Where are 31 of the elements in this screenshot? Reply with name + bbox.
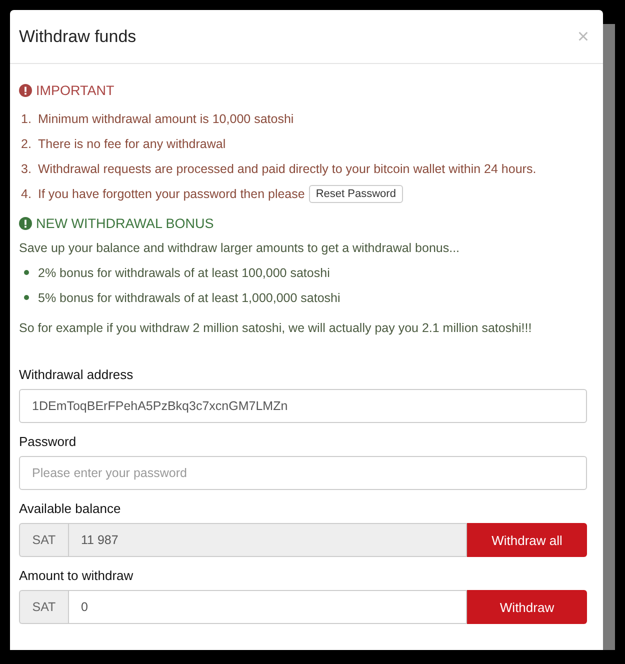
address-field[interactable]: 1DEmToqBErFPehA5PzBkq3c7xcnGM7LMZn (19, 389, 587, 423)
bullet-icon (24, 295, 29, 300)
bonus-heading: NEW WITHDRAWAL BONUS (36, 216, 214, 230)
bonus-example: So for example if you withdraw 2 million satoshi, we will actually pay you 2.1 million satoshi!!! (19, 320, 532, 334)
field-label: Available balance (19, 501, 122, 517)
amount-field[interactable]: 0 (68, 590, 467, 624)
list-number: 2. (20, 136, 32, 150)
bonus-item: 2% bonus for withdrawals of at least 100,000 satoshi (38, 266, 330, 280)
bonus-intro: Save up your balance and withdraw larger amounts to get a withdrawal bonus... (19, 240, 460, 254)
scrollbar[interactable] (603, 24, 615, 650)
important-heading: IMPORTANT (36, 82, 114, 98)
modal-title: Withdraw funds (19, 26, 136, 46)
exclamation-icon (19, 216, 32, 230)
list-number: 1. (20, 112, 32, 126)
exclamation-icon (19, 84, 32, 96)
unit-addon: SAT (19, 523, 68, 557)
bullet-icon (24, 270, 29, 275)
notice-text: There is no fee for any withdrawal (38, 136, 226, 150)
field-label: Amount to withdraw (19, 568, 134, 584)
field-label: Withdrawal address (19, 367, 134, 383)
withdraw-button[interactable]: Withdraw (467, 590, 587, 624)
unit-addon: SAT (19, 590, 68, 624)
bonus-item: 5% bonus for withdrawals of at least 1,000,000 satoshi (38, 290, 340, 304)
list-number: 4. (20, 186, 32, 200)
notice-text: Minimum withdrawal amount is 10,000 satoshi (38, 112, 294, 126)
notice-text: Withdrawal requests are processed and paid directly to your bitcoin wallet within 24 hours. (38, 162, 536, 176)
reset-password-button[interactable]: Reset Password (308, 184, 403, 202)
list-number: 3. (20, 162, 32, 176)
password-field[interactable]: Please enter your password (19, 456, 587, 490)
notice-text: If you have forgotten your password then please (38, 186, 305, 200)
field-label: Password (19, 434, 78, 450)
